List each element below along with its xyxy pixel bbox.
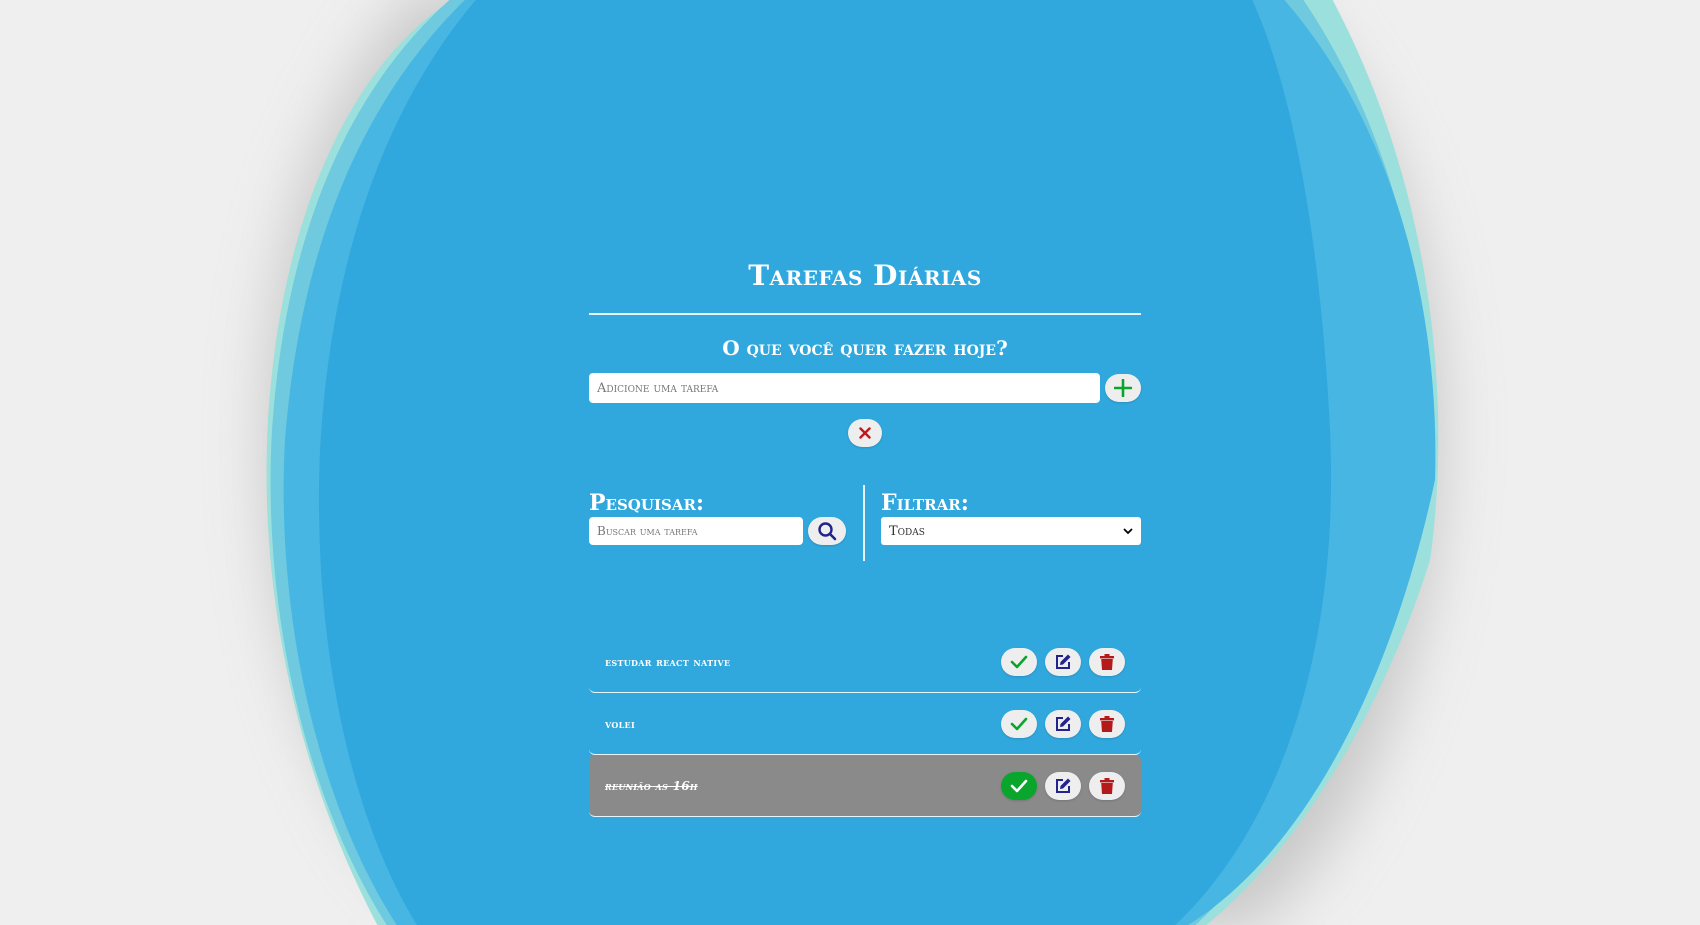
check-icon: [1010, 655, 1028, 668]
filter-select[interactable]: Todas: [881, 517, 1141, 545]
plus-icon: [1114, 379, 1132, 397]
edit-todo-button[interactable]: [1045, 709, 1081, 738]
trash-icon: [1100, 715, 1114, 732]
finish-todo-button[interactable]: [1001, 709, 1037, 738]
trash-icon: [1100, 653, 1114, 670]
check-icon: [1010, 717, 1028, 730]
search-section: Pesquisar:: [589, 485, 856, 563]
remove-todo-button[interactable]: [1089, 709, 1125, 738]
trash-icon: [1100, 777, 1114, 794]
add-task-prompt: O que você quer fazer hoje?: [722, 336, 1008, 360]
todo-text: volei: [605, 716, 635, 731]
add-task-button[interactable]: [1105, 374, 1141, 402]
filter-selected-value: Todas: [889, 523, 925, 539]
add-task-form: [589, 373, 1141, 403]
edit-icon: [1056, 778, 1071, 793]
cancel-button[interactable]: [848, 419, 882, 447]
search-input[interactable]: [589, 517, 803, 545]
todo-text: reunião as 16h: [605, 778, 698, 793]
todo-item-done: reunião as 16h: [589, 755, 1141, 817]
remove-todo-button[interactable]: [1089, 771, 1125, 800]
todo-list: estudar react native volei reunião as 16…: [589, 631, 1141, 817]
toolbar: Pesquisar: Filtrar: Todas: [589, 485, 1141, 563]
todo-app: Tarefas Diárias O que você quer fazer ho…: [589, 255, 1141, 817]
chevron-down-icon: [1123, 528, 1133, 535]
edit-todo-button[interactable]: [1045, 771, 1081, 800]
remove-todo-button[interactable]: [1089, 647, 1125, 676]
todo-item: volei: [589, 693, 1141, 755]
finish-todo-button[interactable]: [1001, 771, 1037, 800]
search-icon: [818, 522, 837, 541]
todo-item: estudar react native: [589, 631, 1141, 693]
edit-icon: [1056, 716, 1071, 731]
add-task-input[interactable]: [589, 373, 1100, 403]
search-button[interactable]: [808, 517, 846, 545]
edit-icon: [1056, 654, 1071, 669]
page-title: Tarefas Diárias: [748, 259, 982, 292]
toolbar-divider: [863, 485, 865, 561]
filter-section: Filtrar: Todas: [881, 485, 1141, 563]
title-divider: [589, 313, 1141, 315]
filter-label: Filtrar:: [881, 490, 969, 516]
edit-todo-button[interactable]: [1045, 647, 1081, 676]
close-icon: [859, 427, 871, 439]
todo-text: estudar react native: [605, 654, 731, 669]
search-label: Pesquisar:: [589, 490, 705, 516]
finish-todo-button[interactable]: [1001, 647, 1037, 676]
check-icon: [1010, 779, 1028, 792]
